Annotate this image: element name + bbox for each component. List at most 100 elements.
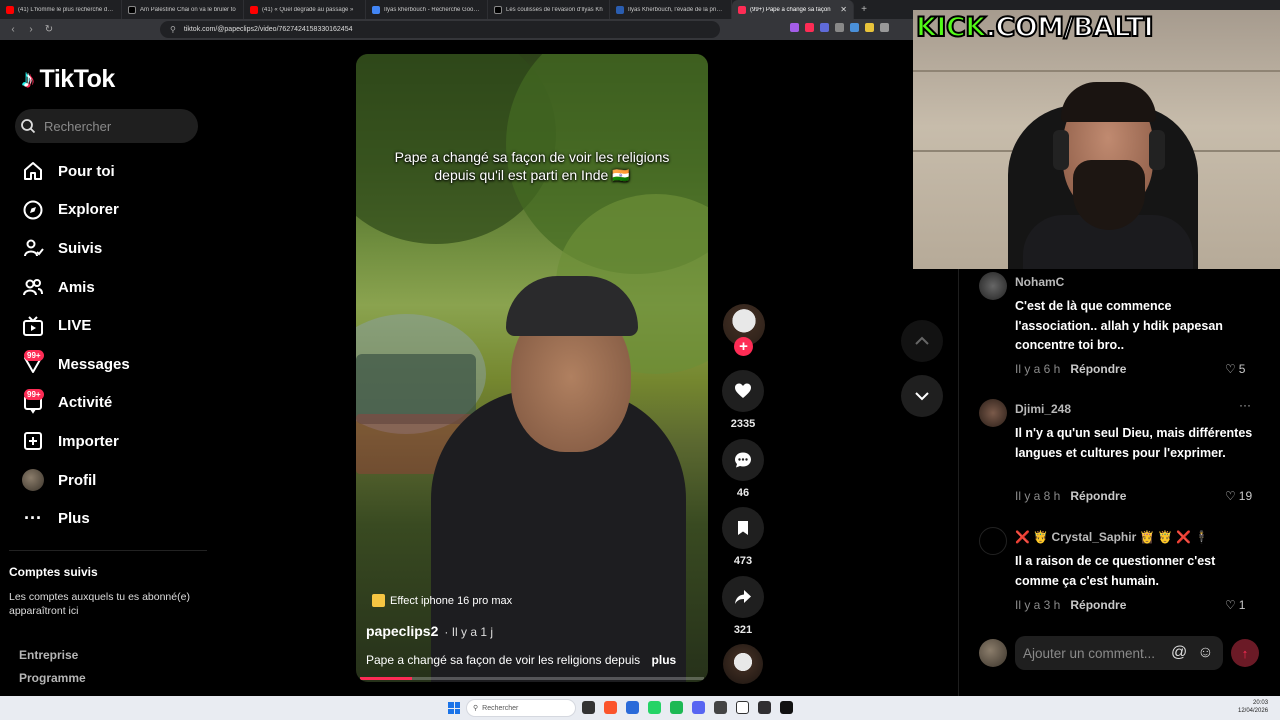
video-overlay-text: Pape a changé sa façon de voir les relig…	[394, 149, 670, 183]
close-tab-icon[interactable]: ✕	[840, 5, 847, 14]
taskbar-app-icon[interactable]	[626, 701, 639, 714]
save-button[interactable]	[722, 507, 764, 549]
extension-icon[interactable]	[880, 23, 889, 32]
extension-icon[interactable]	[790, 23, 799, 32]
send-comment-button[interactable]: ↑	[1231, 639, 1259, 667]
comment-avatar[interactable]	[979, 527, 1007, 555]
tab-favicon	[494, 5, 502, 14]
comment-meta: Il y a 6 h Répondre	[1015, 362, 1126, 376]
whatsapp-icon[interactable]	[648, 701, 661, 714]
reply-button[interactable]: Répondre	[1070, 489, 1126, 503]
extension-icon[interactable]	[805, 23, 814, 32]
search-input[interactable]: Rechercher	[15, 109, 198, 143]
extension-icon[interactable]	[850, 23, 859, 32]
back-icon[interactable]: ‹	[8, 24, 18, 35]
comment-like-button[interactable]: ♡ 5	[1225, 362, 1245, 376]
forward-icon[interactable]: ›	[26, 24, 36, 35]
comment-more-icon[interactable]: ···	[1239, 398, 1251, 412]
file-explorer-icon[interactable]	[582, 701, 595, 714]
taskbar-apps	[582, 701, 793, 714]
brave-browser-icon[interactable]	[604, 701, 617, 714]
emoji-icon[interactable]: ☺	[1197, 644, 1213, 662]
reply-button[interactable]: Répondre	[1070, 598, 1126, 612]
browser-tab[interactable]: Ilyas Kherbouch, l'évadé de la prison	[610, 0, 732, 19]
browser-tab[interactable]: Am Palestine Chai on va le bruler to	[122, 0, 244, 19]
mention-icon[interactable]: @	[1171, 644, 1187, 662]
comment-like-button[interactable]: ♡ 1	[1225, 598, 1245, 612]
comment-time: Il y a 3 h	[1015, 598, 1061, 612]
tab-favicon	[6, 5, 14, 14]
comment-like-button[interactable]: ♡ 19	[1225, 489, 1252, 503]
caption-more-link[interactable]: plus	[652, 653, 677, 667]
home-icon	[20, 160, 46, 182]
heart-outline-icon: ♡	[1225, 598, 1236, 612]
comment-item: NohamC C'est de là que commence l'associ…	[979, 269, 1269, 389]
new-tab-icon[interactable]: +	[854, 0, 874, 19]
followed-accounts-text: Les comptes auxquels tu es abonné(e) app…	[9, 591, 190, 617]
spotify-icon[interactable]	[670, 701, 683, 714]
reply-button[interactable]: Répondre	[1070, 362, 1126, 376]
webcam-headset	[1053, 130, 1069, 170]
previous-video-button[interactable]	[901, 320, 943, 362]
tiktok-note-icon: ♪	[22, 65, 34, 93]
share-button[interactable]	[722, 576, 764, 618]
comment-button[interactable]	[722, 439, 764, 481]
obs-icon[interactable]	[758, 701, 771, 714]
taskbar-clock[interactable]: 20:03 12/04/2026	[1238, 699, 1268, 715]
windows-start-icon[interactable]	[448, 702, 460, 714]
taskbar-search[interactable]: ⚲ Rechercher	[466, 699, 576, 717]
browser-tab[interactable]: Ilyas kherbouch - Recherche Google	[366, 0, 488, 19]
footer-link-entreprise[interactable]: Entreprise	[19, 648, 78, 662]
follow-plus-icon[interactable]: +	[734, 337, 753, 356]
sidebar-item-importer[interactable]: Importer	[20, 422, 130, 461]
taskbar-app-icon[interactable]	[714, 701, 727, 714]
comment-avatar[interactable]	[979, 399, 1007, 427]
browser-tab-active[interactable]: (99+) Pape a changé sa façon ✕	[732, 0, 854, 19]
sidebar-item-messages[interactable]: 99+ Messages	[20, 345, 130, 384]
sidebar-item-activite[interactable]: 99+ Activité	[20, 384, 130, 423]
heart-outline-icon: ♡	[1225, 362, 1236, 376]
profile-avatar	[22, 469, 44, 492]
comment-item: Djimi_248 ··· Il n'y a qu'un seul Dieu, …	[979, 396, 1269, 516]
sidebar-item-explorer[interactable]: Explorer	[20, 191, 130, 230]
site-info-icon[interactable]: ⚲	[170, 25, 176, 34]
extension-icon[interactable]	[820, 23, 829, 32]
browser-tab[interactable]: (41) L'homme le plus recherché de F	[0, 0, 122, 19]
browser-tab[interactable]: Les coulisses de l'évasion d'Ilyas Kh	[488, 0, 610, 19]
comment-avatar[interactable]	[979, 272, 1007, 300]
music-disc[interactable]	[723, 644, 763, 684]
sidebar-item-pour-toi[interactable]: Pour toi	[20, 152, 130, 191]
comment-username[interactable]: ❌ 🤴 Crystal_Saphir 👸 🤴 ❌ 🕴	[1015, 530, 1209, 544]
comment-username[interactable]: Djimi_248	[1015, 402, 1071, 416]
search-icon: ⚲	[473, 705, 479, 712]
webcam-headset	[1149, 130, 1165, 170]
sidebar-item-suivis[interactable]: Suivis	[20, 229, 130, 268]
comment-username[interactable]: NohamC	[1015, 275, 1064, 289]
comment-time: Il y a 8 h	[1015, 489, 1061, 503]
sidebar-item-plus[interactable]: ··· Plus	[20, 499, 130, 538]
footer-link-programme[interactable]: Programme	[19, 671, 86, 685]
discord-icon[interactable]	[692, 701, 705, 714]
upload-icon	[20, 430, 46, 452]
extension-icon[interactable]	[835, 23, 844, 32]
sidebar-item-amis[interactable]: Amis	[20, 268, 130, 307]
video-caption: Pape a changé sa façon de voir les relig…	[366, 653, 677, 667]
sidebar-item-profil[interactable]: Profil	[20, 461, 130, 500]
effect-label[interactable]: Effect iphone 16 pro max	[372, 594, 512, 607]
video-progress-bar[interactable]	[360, 677, 704, 680]
comment-text: Il a raison de ce questionner c'est comm…	[1015, 554, 1216, 588]
like-button[interactable]	[722, 370, 764, 412]
webcam-wall-line	[913, 70, 1280, 72]
next-video-button[interactable]	[901, 375, 943, 417]
reload-icon[interactable]: ↻	[44, 24, 54, 35]
video-player[interactable]: Pape a changé sa façon de voir les relig…	[356, 54, 708, 682]
extension-icon[interactable]	[865, 23, 874, 32]
tiktok-sidebar: ♪ TikTok Rechercher Pour toi Explorer Su…	[0, 40, 215, 696]
tiktok-logo[interactable]: ♪ TikTok	[22, 65, 115, 94]
browser-tab[interactable]: (41) « Quel dégradé au passage »	[244, 0, 366, 19]
url-field[interactable]: ⚲ tiktok.com/@papeclips2/video/762742415…	[160, 21, 720, 38]
notion-icon[interactable]	[736, 701, 749, 714]
video-author[interactable]: papeclips2 · Il y a 1 j	[366, 623, 493, 639]
sidebar-item-live[interactable]: LIVE	[20, 306, 130, 345]
capcut-icon[interactable]	[780, 701, 793, 714]
